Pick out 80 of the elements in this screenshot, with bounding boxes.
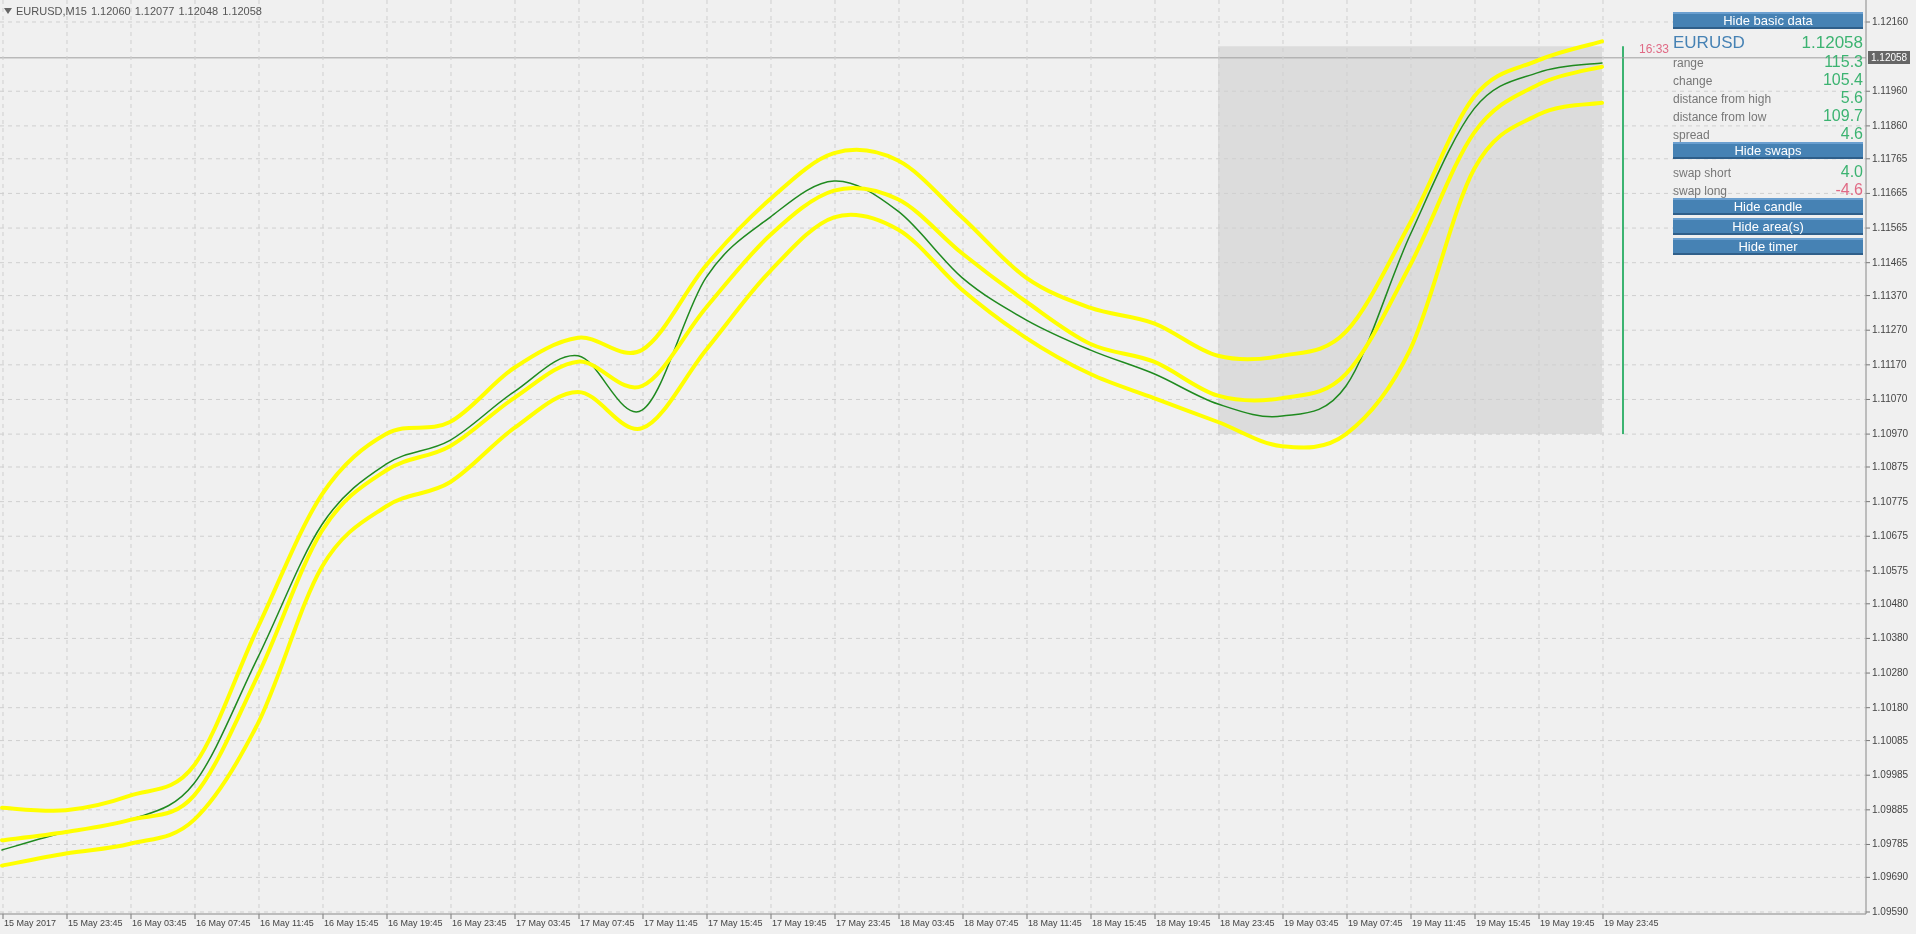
stat-label: distance from high: [1673, 92, 1772, 106]
price-axis-label: 1.11270: [1872, 324, 1908, 337]
price-axis-label: 1.11960: [1872, 85, 1908, 98]
price-value: 1.12048: [178, 4, 219, 19]
symbol-price: 1.12058: [1801, 34, 1863, 52]
price-axis-label: 1.10085: [1872, 734, 1909, 747]
time-axis-label: 17 May 03:45: [516, 917, 571, 929]
price-axis-label: 1.09885: [1872, 803, 1909, 816]
price-axis-label: 1.10775: [1872, 495, 1909, 508]
price-axis-label: 1.10480: [1872, 597, 1909, 610]
time-axis-label: 16 May 23:45: [452, 917, 507, 929]
time-axis-label: 17 May 19:45: [772, 917, 827, 929]
time-axis-label: 17 May 11:45: [644, 917, 698, 929]
price-axis-label: 1.09985: [1872, 769, 1909, 782]
toggle-button[interactable]: Hide candle: [1673, 198, 1863, 215]
time-axis-label: 19 May 11:45: [1412, 917, 1466, 929]
stat-value: 5.6: [1840, 89, 1863, 106]
dropdown-triangle-icon[interactable]: [4, 8, 12, 15]
price-value: 1.12060: [90, 4, 131, 19]
stat-value: 105.4: [1822, 71, 1863, 88]
stat-label: swap short: [1673, 166, 1732, 180]
price-axis-label: 1.09590: [1872, 906, 1909, 918]
price-axis-label: 1.09690: [1872, 871, 1909, 884]
time-axis-label: 18 May 19:45: [1156, 917, 1211, 929]
price-axis-label: 1.11370: [1872, 289, 1908, 302]
price-axis-label: 1.11170: [1872, 358, 1907, 371]
time-axis-label: 19 May 15:45: [1476, 917, 1531, 929]
price-axis-label: 1.11860: [1872, 119, 1908, 132]
stat-value: 115.3: [1824, 53, 1863, 70]
time-axis-label: 17 May 07:45: [580, 917, 635, 929]
time-axis-label: 17 May 15:45: [708, 917, 763, 929]
price-axis-label: 1.10575: [1872, 564, 1909, 577]
stat-label: change: [1673, 74, 1713, 88]
time-axis-label: 18 May 23:45: [1220, 917, 1275, 929]
toggle-button[interactable]: Hide area(s): [1673, 218, 1863, 235]
stat-value: -4.6: [1835, 181, 1863, 198]
toggle-button[interactable]: Hide swaps: [1673, 142, 1863, 159]
time-axis-label: 18 May 11:45: [1028, 917, 1082, 929]
time-axis-label: 16 May 03:45: [132, 917, 187, 929]
price-axis-label: 1.09785: [1872, 838, 1909, 851]
time-axis-label: 19 May 19:45: [1540, 917, 1595, 929]
toggle-button[interactable]: Hide basic data: [1673, 12, 1863, 29]
price-value: 1.12058: [222, 4, 262, 19]
time-axis-label: 16 May 19:45: [388, 917, 443, 929]
time-axis-label: 15 May 2017: [4, 917, 57, 929]
time-axis-label: 16 May 11:45: [260, 917, 314, 929]
stat-label: range: [1673, 56, 1704, 70]
time-axis-label: 16 May 15:45: [324, 917, 379, 929]
time-axis-label: 15 May 23:45: [68, 917, 123, 929]
time-axis-label: 16 May 07:45: [196, 917, 251, 929]
price-axis-label: 1.11765: [1872, 152, 1908, 165]
price-axis-label: 1.10970: [1872, 428, 1909, 441]
time-axis-label: 17 May 23:45: [836, 917, 891, 929]
price-axis-label: 1.10675: [1872, 530, 1909, 543]
price-axis-label: 1.12160: [1872, 16, 1909, 28]
price-axis-label: 1.11070: [1872, 393, 1908, 406]
price-axis-label: 1.10280: [1872, 667, 1909, 680]
time-axis-label: 18 May 15:45: [1092, 917, 1147, 929]
stat-label: distance from low: [1673, 110, 1767, 124]
current-price-label: 1.12058: [1868, 50, 1911, 64]
chart-symbol: EURUSD,M15: [16, 4, 87, 19]
price-axis-label: 1.10875: [1872, 461, 1909, 473]
stat-value: 4.6: [1840, 125, 1863, 142]
price-axis-label: 1.11565: [1872, 222, 1908, 235]
stat-value: 4.0: [1840, 163, 1863, 180]
price-axis-label: 1.10380: [1872, 632, 1909, 645]
time-axis-label: 18 May 03:45: [900, 917, 955, 929]
stat-value: 109.7: [1822, 107, 1863, 124]
price-axis-label: 1.10180: [1872, 701, 1909, 714]
stat-label: spread: [1673, 128, 1710, 142]
symbol-title: EURUSD: [1673, 34, 1745, 52]
price-axis-label: 1.11665: [1872, 187, 1908, 200]
stat-label: swap long: [1673, 184, 1728, 198]
price-value: 1.12077: [134, 4, 175, 19]
time-axis-label: 19 May 07:45: [1348, 917, 1403, 929]
toggle-button[interactable]: Hide timer: [1673, 238, 1863, 255]
time-axis-label: 19 May 23:45: [1604, 917, 1659, 929]
price-axis-label: 1.11465: [1872, 256, 1908, 269]
time-axis-label: 19 May 03:45: [1284, 917, 1339, 929]
time-axis-label: 18 May 07:45: [964, 917, 1019, 929]
